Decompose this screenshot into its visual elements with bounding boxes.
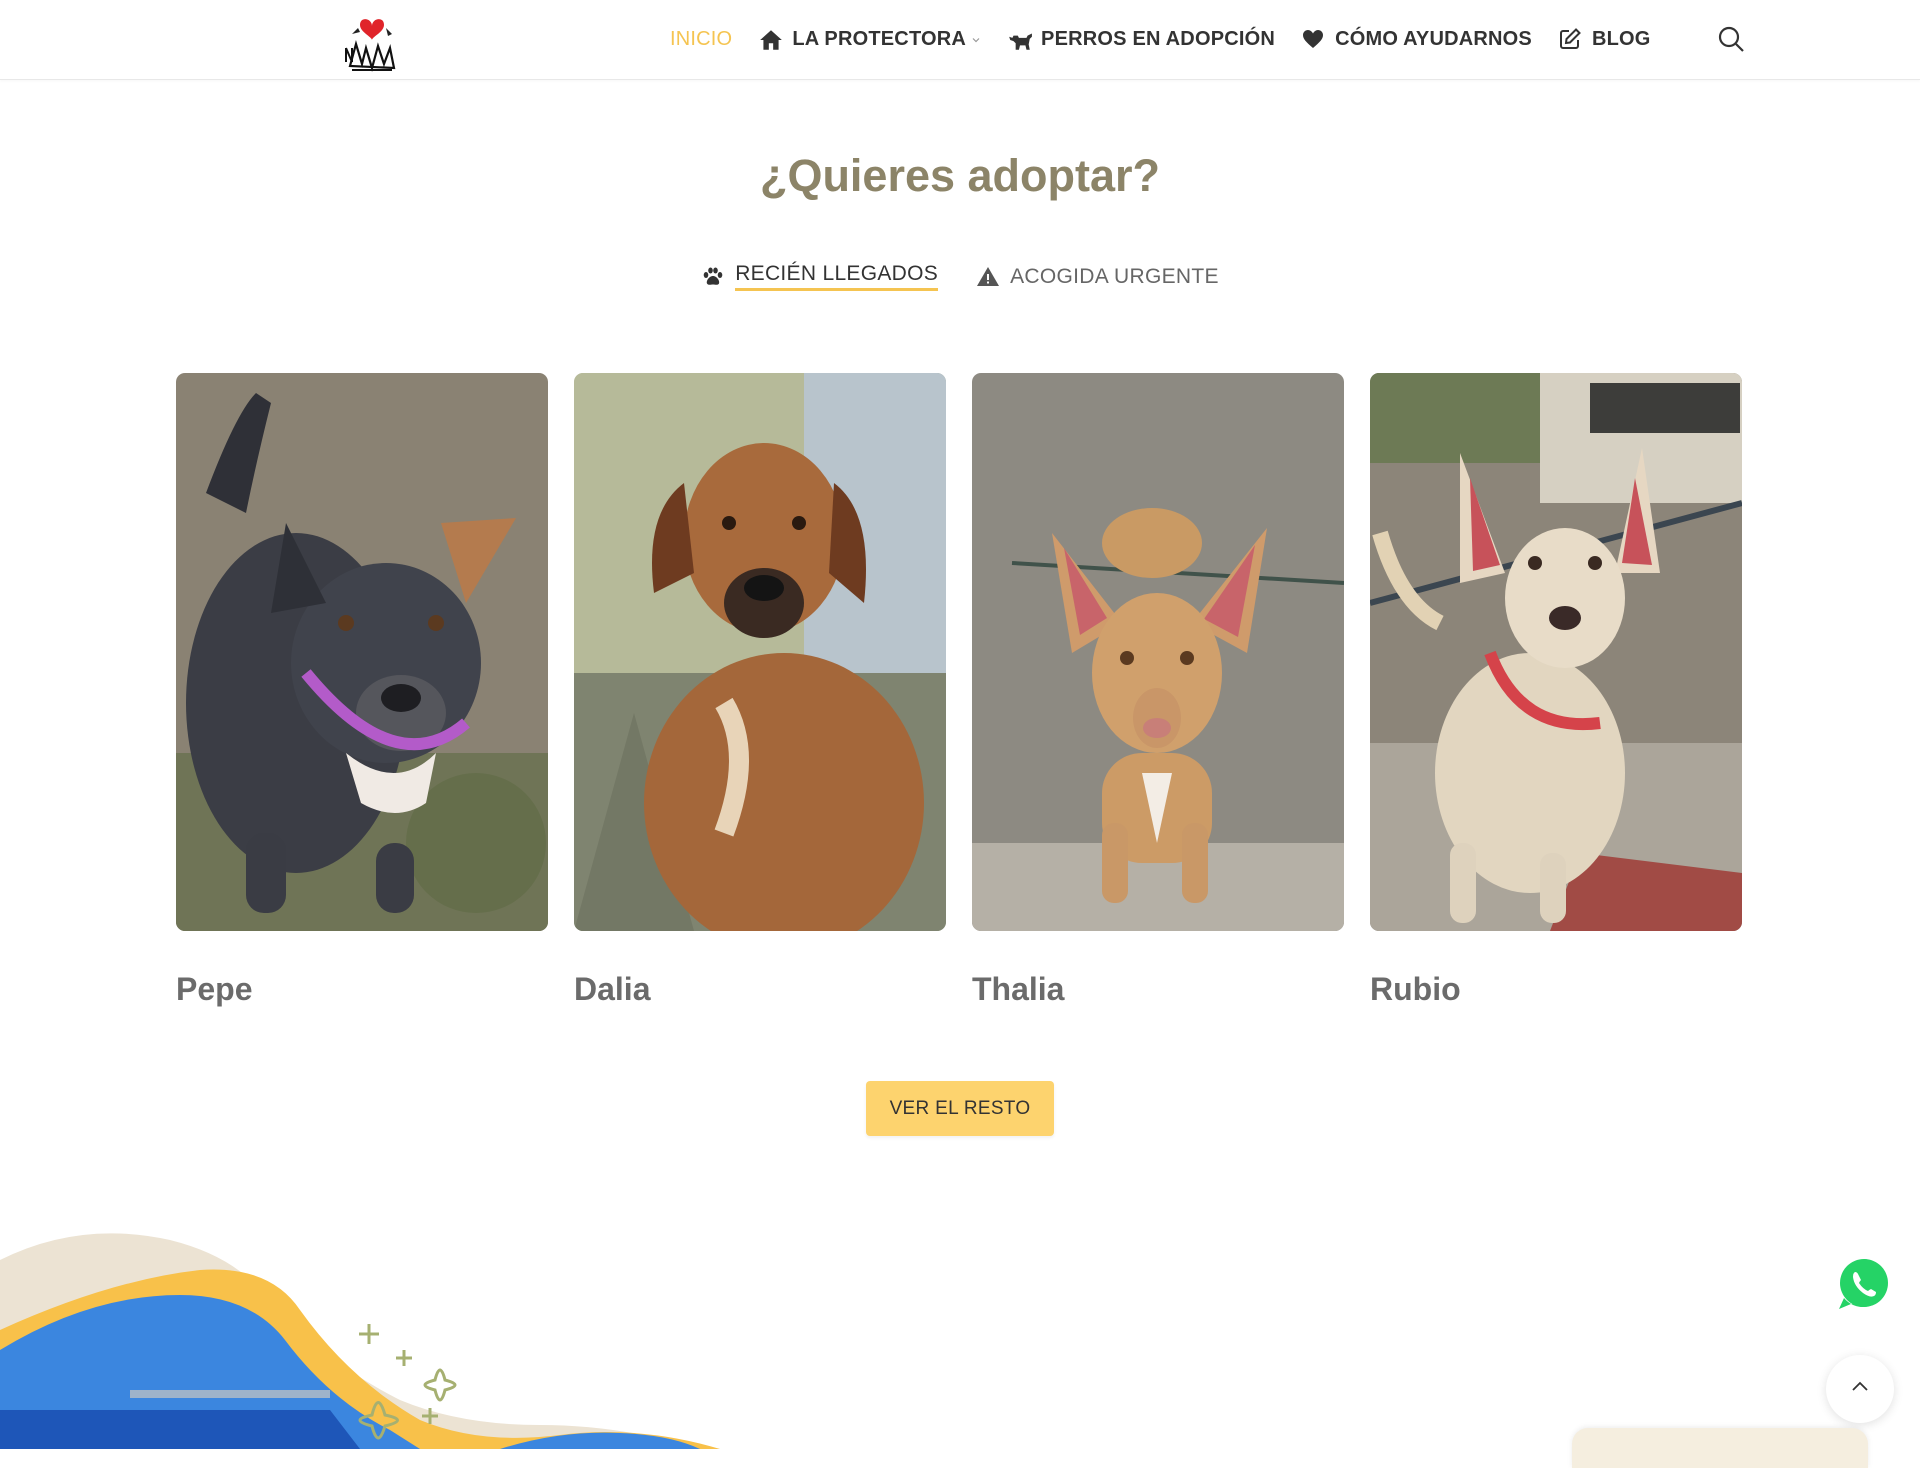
nav-item-perros-en-adopcion[interactable]: PERROS EN ADOPCIÓN: [1007, 0, 1275, 79]
nav-item-label: INICIO: [670, 28, 733, 50]
site-header: INICIO LA PROTECTORA PERROS EN ADOPCIÓN: [0, 0, 1920, 80]
bottom-floating-panel: [1572, 1428, 1868, 1468]
scroll-to-top-button[interactable]: [1826, 1355, 1894, 1423]
ver-el-resto-button[interactable]: VER EL RESTO: [866, 1081, 1054, 1136]
warning-icon: [976, 265, 1000, 289]
dog-card[interactable]: Pepe: [176, 373, 548, 1008]
nav-item-label: BLOG: [1591, 28, 1651, 50]
tab-label: RECIÉN LLEGADOS: [735, 262, 939, 291]
dog-name[interactable]: Pepe: [176, 971, 548, 1008]
site-logo[interactable]: [342, 4, 402, 74]
chevron-down-icon: [971, 35, 981, 45]
main-nav: INICIO LA PROTECTORA PERROS EN ADOPCIÓN: [670, 0, 1677, 79]
whatsapp-icon[interactable]: [1836, 1256, 1892, 1312]
house-icon: [758, 27, 784, 53]
tab-label: ACOGIDA URGENTE: [1010, 264, 1219, 288]
adoption-tabs: RECIÉN LLEGADOS ACOGIDA URGENTE: [0, 262, 1920, 291]
decorative-wave: [0, 1220, 720, 1449]
dog-photo[interactable]: [574, 373, 946, 931]
dog-card[interactable]: Thalia: [972, 373, 1344, 1008]
dog-name[interactable]: Dalia: [574, 971, 946, 1008]
section-title: ¿Quieres adoptar?: [759, 150, 1161, 201]
chevron-up-icon: [1848, 1375, 1872, 1404]
nav-item-como-ayudarnos[interactable]: CÓMO AYUDARNOS: [1301, 0, 1532, 79]
tab-acogida-urgente[interactable]: ACOGIDA URGENTE: [976, 262, 1219, 291]
search-icon[interactable]: [1716, 24, 1746, 54]
nav-item-label: LA PROTECTORA: [792, 28, 967, 50]
tab-recien-llegados[interactable]: RECIÉN LLEGADOS: [701, 262, 939, 291]
dog-photo[interactable]: [176, 373, 548, 931]
dog-photo[interactable]: [972, 373, 1344, 931]
nav-item-label: PERROS EN ADOPCIÓN: [1041, 28, 1276, 50]
edit-icon: [1558, 27, 1584, 53]
nav-item-la-protectora[interactable]: LA PROTECTORA: [758, 0, 981, 79]
dog-name[interactable]: Rubio: [1370, 971, 1742, 1008]
dog-icon: [1007, 27, 1033, 53]
nav-item-blog[interactable]: BLOG: [1558, 0, 1651, 79]
heart-icon: [1301, 27, 1327, 53]
dog-cards: Pepe Dalia Thalia Rubio: [176, 373, 1742, 1008]
dog-photo[interactable]: [1370, 373, 1742, 931]
nav-item-inicio[interactable]: INICIO: [670, 0, 732, 79]
nav-item-label: CÓMO AYUDARNOS: [1335, 28, 1532, 50]
paw-icon: [701, 265, 725, 289]
dog-card[interactable]: Rubio: [1370, 373, 1742, 1008]
dog-name[interactable]: Thalia: [972, 971, 1344, 1008]
dog-card[interactable]: Dalia: [574, 373, 946, 1008]
